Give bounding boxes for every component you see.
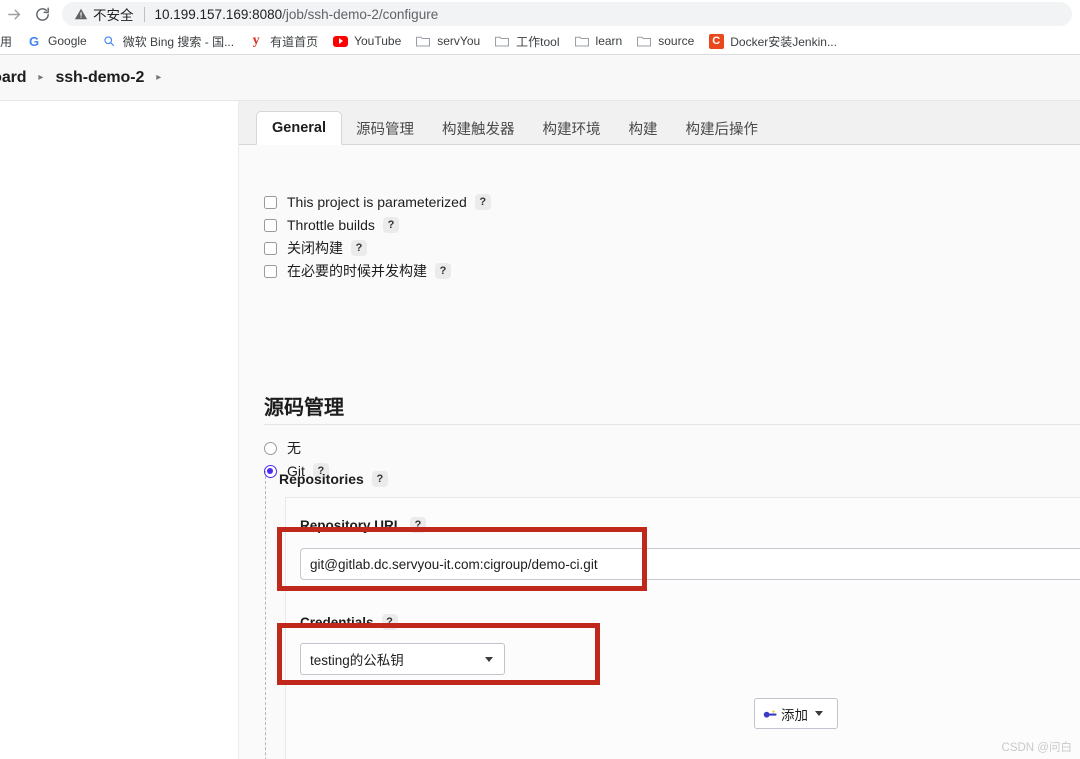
bookmark-folder-worktool[interactable]: 工作tool xyxy=(494,33,560,50)
bookmark-label: 有道首页 xyxy=(270,34,319,49)
forward-button[interactable] xyxy=(0,0,28,28)
breadcrumb: shboard ▸ ssh-demo-2 ▸ xyxy=(0,55,1080,101)
tab-post-build[interactable]: 构建后操作 xyxy=(672,111,773,145)
checkbox-label: This project is parameterized xyxy=(287,194,467,210)
youdao-favicon: y xyxy=(252,33,260,48)
config-content: This project is parameterized ? Throttle… xyxy=(239,145,1080,759)
checkbox-label: 关闭构建 xyxy=(287,240,343,256)
bookmark-label: servYou xyxy=(437,34,481,48)
bookmark-youtube[interactable]: YouTube xyxy=(332,33,401,49)
section-heading-scm: 源码管理 xyxy=(264,397,344,419)
watermark: CSDN @问白 xyxy=(1001,742,1072,754)
tab-build-environment[interactable]: 构建环境 xyxy=(529,111,615,145)
address-bar[interactable]: 不安全 10.199.157.169:8080/job/ssh-demo-2/c… xyxy=(62,2,1072,26)
help-icon[interactable]: ? xyxy=(435,263,451,279)
bookmark-label: 微软 Bing 搜索 - 国... xyxy=(122,34,235,49)
checkbox-row-concurrent-build[interactable]: 在必要的时候并发构建 ? xyxy=(264,262,451,280)
search-icon xyxy=(101,33,117,49)
bookmark-label: learn xyxy=(595,34,623,48)
url-host: 10.199.157.169:8080 xyxy=(154,6,283,22)
checkbox-parameterized[interactable] xyxy=(264,195,277,209)
folder-icon xyxy=(494,33,510,49)
csdn-favicon: C xyxy=(708,33,724,49)
help-icon[interactable]: ? xyxy=(351,240,367,256)
bookmark-label: source xyxy=(658,34,695,48)
section-divider xyxy=(264,424,1080,425)
bookmark-label: YouTube xyxy=(354,34,402,48)
reload-icon xyxy=(35,7,49,21)
bookmark-csdn-docker-jenkins[interactable]: C Docker安装Jenkin... xyxy=(708,33,837,50)
youtube-favicon xyxy=(332,33,348,49)
configure-form-panel: General 源码管理 构建触发器 构建环境 构建 构建后操作 This pr… xyxy=(238,101,1080,759)
breadcrumb-separator[interactable]: ▸ xyxy=(156,72,161,83)
nested-section-guide xyxy=(265,471,266,759)
tab-build[interactable]: 构建 xyxy=(615,111,672,145)
caret-down-icon xyxy=(815,711,823,716)
bookmark-google[interactable]: G Google xyxy=(26,33,87,49)
google-favicon: G xyxy=(28,33,40,49)
radio-row-none[interactable]: 无 xyxy=(264,439,301,457)
checkbox-concurrent-build[interactable] xyxy=(264,264,277,278)
insecure-label: 不安全 xyxy=(93,8,134,23)
url-path: /job/ssh-demo-2/configure xyxy=(282,6,439,22)
bookmark-label: Google xyxy=(48,34,87,48)
omnibox-divider xyxy=(143,6,145,22)
bookmarks-bar: 应用 G Google 微软 Bing 搜索 - 国... y 有道首页 You… xyxy=(0,28,1080,54)
browser-toolbar: 不安全 10.199.157.169:8080/job/ssh-demo-2/c… xyxy=(0,0,1080,28)
reload-button[interactable] xyxy=(28,0,56,28)
url-text: 10.199.157.169:8080/job/ssh-demo-2/confi… xyxy=(155,7,439,22)
bookmark-folder-source[interactable]: source xyxy=(636,33,694,49)
checkbox-disable-build[interactable] xyxy=(264,241,277,255)
arrow-right-icon xyxy=(7,9,20,19)
folder-icon xyxy=(415,33,431,49)
tab-build-triggers[interactable]: 构建触发器 xyxy=(428,111,529,145)
add-credentials-button[interactable]: 添加 xyxy=(754,698,838,729)
bookmark-label: 应用 xyxy=(0,34,13,49)
repositories-label-group: Repositories ? xyxy=(279,471,388,487)
folder-icon xyxy=(636,33,652,49)
bookmark-folder-learn[interactable]: learn xyxy=(574,33,623,49)
left-gutter xyxy=(0,101,238,759)
bookmark-youdao[interactable]: y 有道首页 xyxy=(248,33,319,50)
radio-scm-none[interactable] xyxy=(264,441,277,455)
key-icon xyxy=(763,707,778,720)
bookmark-bing[interactable]: 微软 Bing 搜索 - 国... xyxy=(101,33,234,50)
breadcrumb-separator: ▸ xyxy=(38,72,44,83)
add-credentials-label: 添加 xyxy=(781,707,808,723)
checkbox-row-parameterized[interactable]: This project is parameterized ? xyxy=(264,193,491,211)
bookmark-folder-servyou[interactable]: servYou xyxy=(415,33,480,49)
radio-label: 无 xyxy=(287,440,301,456)
help-icon[interactable]: ? xyxy=(371,471,388,487)
bookmark-label: 工作tool xyxy=(516,34,560,49)
folder-icon xyxy=(574,33,590,49)
jenkins-page: shboard ▸ ssh-demo-2 ▸ General 源码管理 构建触发… xyxy=(0,55,1080,759)
help-icon[interactable]: ? xyxy=(474,194,491,210)
config-tab-bar: General 源码管理 构建触发器 构建环境 构建 构建后操作 xyxy=(239,101,1080,145)
help-icon[interactable]: ? xyxy=(382,217,399,233)
checkbox-label: Throttle builds xyxy=(287,217,375,233)
checkbox-label: 在必要的时候并发构建 xyxy=(287,263,427,279)
annotation-box-repository-url xyxy=(277,527,647,591)
checkbox-throttle-builds[interactable] xyxy=(264,218,277,232)
tab-scm[interactable]: 源码管理 xyxy=(342,111,428,145)
breadcrumb-item-ssh-demo-2[interactable]: ssh-demo-2 xyxy=(55,69,144,87)
bookmark-apps[interactable]: 应用 xyxy=(0,33,12,50)
bookmark-label: Docker安装Jenkin... xyxy=(730,34,837,49)
repositories-label: Repositories xyxy=(279,471,364,487)
warning-triangle-icon xyxy=(74,7,88,21)
checkbox-row-throttle[interactable]: Throttle builds ? xyxy=(264,216,399,234)
breadcrumb-item-dashboard[interactable]: shboard xyxy=(0,69,27,87)
annotation-box-credentials xyxy=(277,623,600,685)
checkbox-row-disable-build[interactable]: 关闭构建 ? xyxy=(264,239,367,257)
tab-general[interactable]: General xyxy=(256,111,342,145)
